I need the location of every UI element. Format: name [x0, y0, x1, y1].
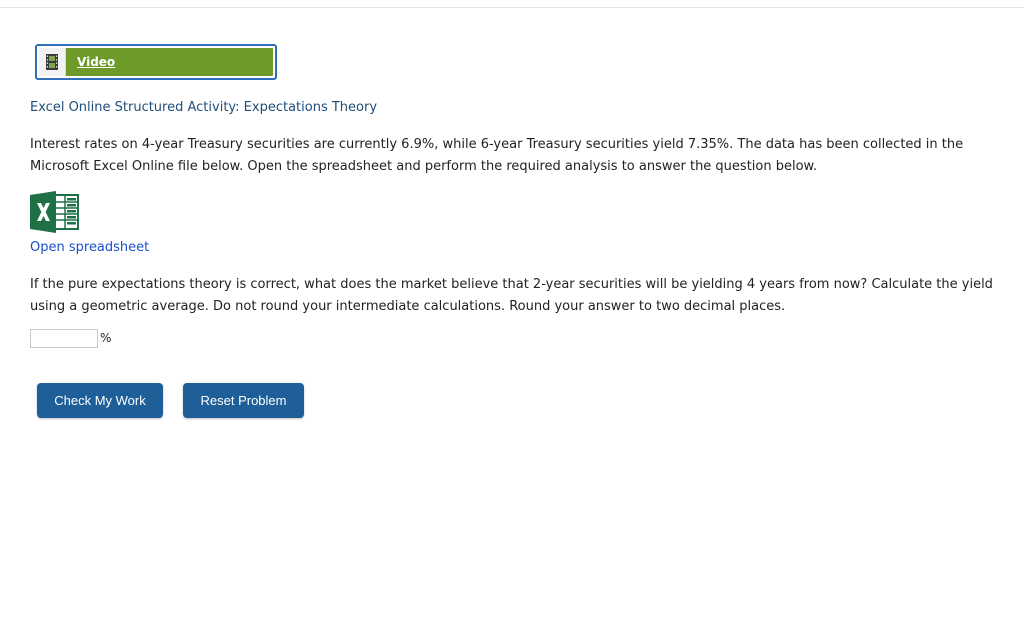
film-icon [39, 48, 66, 76]
activity-title: Excel Online Structured Activity: Expect… [30, 100, 378, 115]
percent-unit: % [100, 331, 112, 345]
check-my-work-button[interactable]: Check My Work [37, 383, 163, 418]
reset-problem-button[interactable]: Reset Problem [183, 383, 304, 418]
top-divider [0, 7, 1024, 8]
open-spreadsheet-link[interactable]: Open spreadsheet [30, 240, 149, 255]
video-button-bar[interactable]: Video [39, 48, 273, 76]
excel-icon[interactable] [30, 191, 80, 233]
question-paragraph: If the pure expectations theory is corre… [30, 277, 993, 314]
video-label[interactable]: Video [77, 55, 115, 69]
intro-paragraph: Interest rates on 4-year Treasury securi… [30, 137, 964, 174]
answer-input[interactable] [30, 329, 98, 348]
video-button[interactable]: Video [35, 44, 277, 80]
